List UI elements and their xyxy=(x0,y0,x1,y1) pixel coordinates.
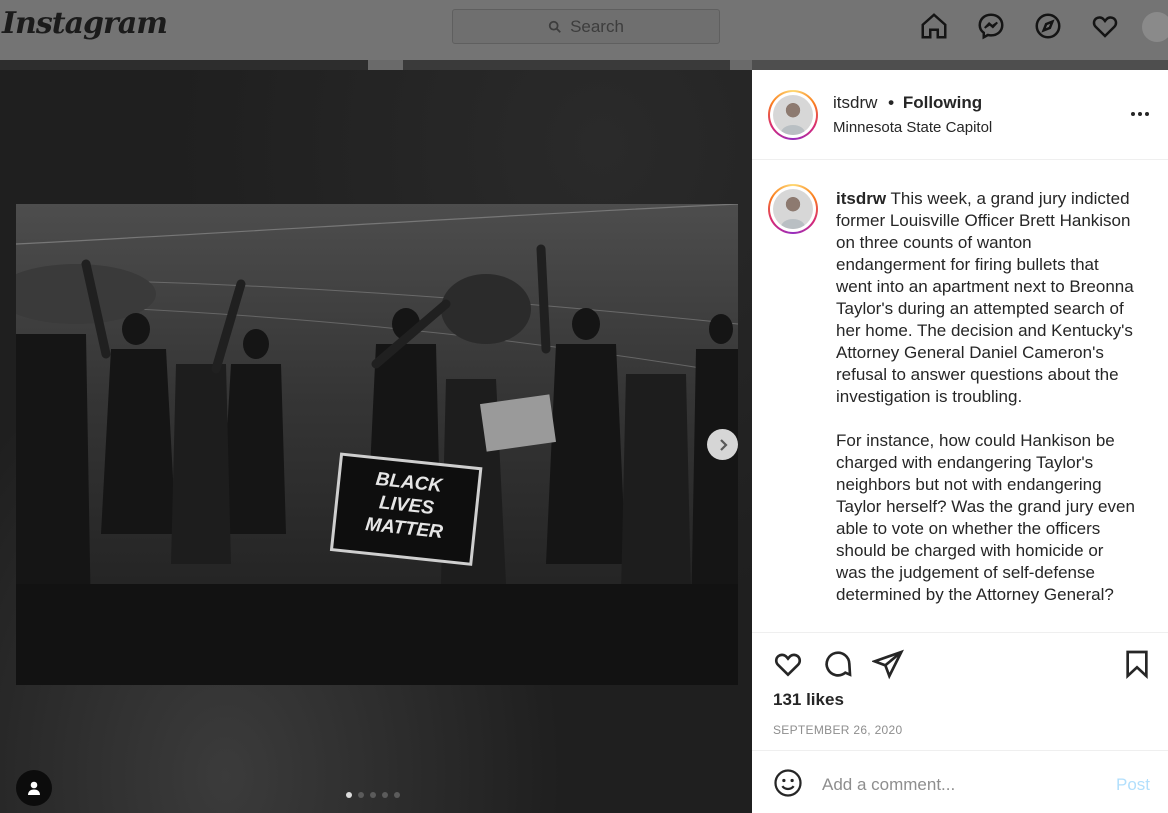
top-nav-bar: Instagram Search xyxy=(0,0,1168,60)
emoji-button[interactable] xyxy=(772,768,804,800)
post-comment-button[interactable]: Post xyxy=(1116,775,1150,795)
more-options-button[interactable] xyxy=(1128,102,1152,126)
like-count[interactable]: 131 likes xyxy=(773,690,844,710)
carousel-dot xyxy=(346,792,352,798)
tagged-users-button[interactable] xyxy=(16,770,52,806)
post-detail-panel: itsdrw • Following Minnesota State Capit… xyxy=(752,70,1168,813)
caption-paragraph-1: This week, a grand jury indicted former … xyxy=(836,189,1134,406)
like-button[interactable] xyxy=(771,647,805,681)
post-author: itsdrw • Following xyxy=(833,93,982,113)
user-icon xyxy=(28,781,40,795)
caption-username[interactable]: itsdrw xyxy=(836,189,886,208)
save-button[interactable] xyxy=(1120,647,1154,681)
paper-plane-icon xyxy=(872,649,904,680)
smiley-icon xyxy=(774,769,802,797)
home-icon[interactable] xyxy=(918,10,950,42)
post-photo[interactable]: BLACK LIVES MATTER xyxy=(16,204,738,685)
post-actions: 131 likes SEPTEMBER 26, 2020 xyxy=(752,632,1168,750)
explore-icon[interactable] xyxy=(1032,10,1064,42)
chevron-right-icon xyxy=(719,438,728,451)
search-box[interactable]: Search xyxy=(452,9,720,44)
bookmark-icon xyxy=(1126,650,1148,680)
search-placeholder: Search xyxy=(570,16,624,36)
comment-bubble-icon xyxy=(825,651,852,677)
search-icon xyxy=(548,20,561,33)
more-dots-icon xyxy=(1131,112,1135,116)
messenger-icon[interactable] xyxy=(975,10,1007,42)
author-username[interactable]: itsdrw xyxy=(833,93,877,112)
heart-icon xyxy=(774,653,802,677)
profile-avatar[interactable] xyxy=(1142,12,1168,42)
carousel-dot xyxy=(358,792,364,798)
caption-paragraph-2: For instance, how could Hankison be char… xyxy=(836,431,1135,604)
background-thumbnails xyxy=(0,60,752,70)
post-date[interactable]: SEPTEMBER 26, 2020 xyxy=(773,723,902,737)
caption-text: itsdrw This week, a grand jury indicted … xyxy=(836,188,1136,606)
following-button[interactable]: Following xyxy=(903,93,982,112)
author-avatar[interactable] xyxy=(768,90,818,140)
post-location[interactable]: Minnesota State Capitol xyxy=(833,119,992,136)
nav-icons xyxy=(918,10,1121,42)
caption-area: itsdrw This week, a grand jury indicted … xyxy=(752,161,1168,632)
activity-heart-icon[interactable] xyxy=(1089,10,1121,42)
carousel-next-button[interactable] xyxy=(707,429,738,460)
post-header: itsdrw • Following Minnesota State Capit… xyxy=(752,70,1168,160)
comment-button[interactable] xyxy=(821,647,855,681)
post-media-area: BLACK LIVES MATTER xyxy=(0,70,752,813)
comment-composer: Post xyxy=(752,750,1168,813)
carousel-dot xyxy=(394,792,400,798)
header-separator: • xyxy=(888,93,895,112)
instagram-logo[interactable]: Instagram xyxy=(2,6,168,41)
carousel-dot xyxy=(370,792,376,798)
share-button[interactable] xyxy=(871,647,905,681)
caption-author-avatar[interactable] xyxy=(768,184,818,234)
carousel-indicator xyxy=(346,792,400,798)
carousel-dot xyxy=(382,792,388,798)
comment-input[interactable] xyxy=(822,770,1102,800)
protest-photo-illustration: BLACK LIVES MATTER xyxy=(16,204,738,685)
